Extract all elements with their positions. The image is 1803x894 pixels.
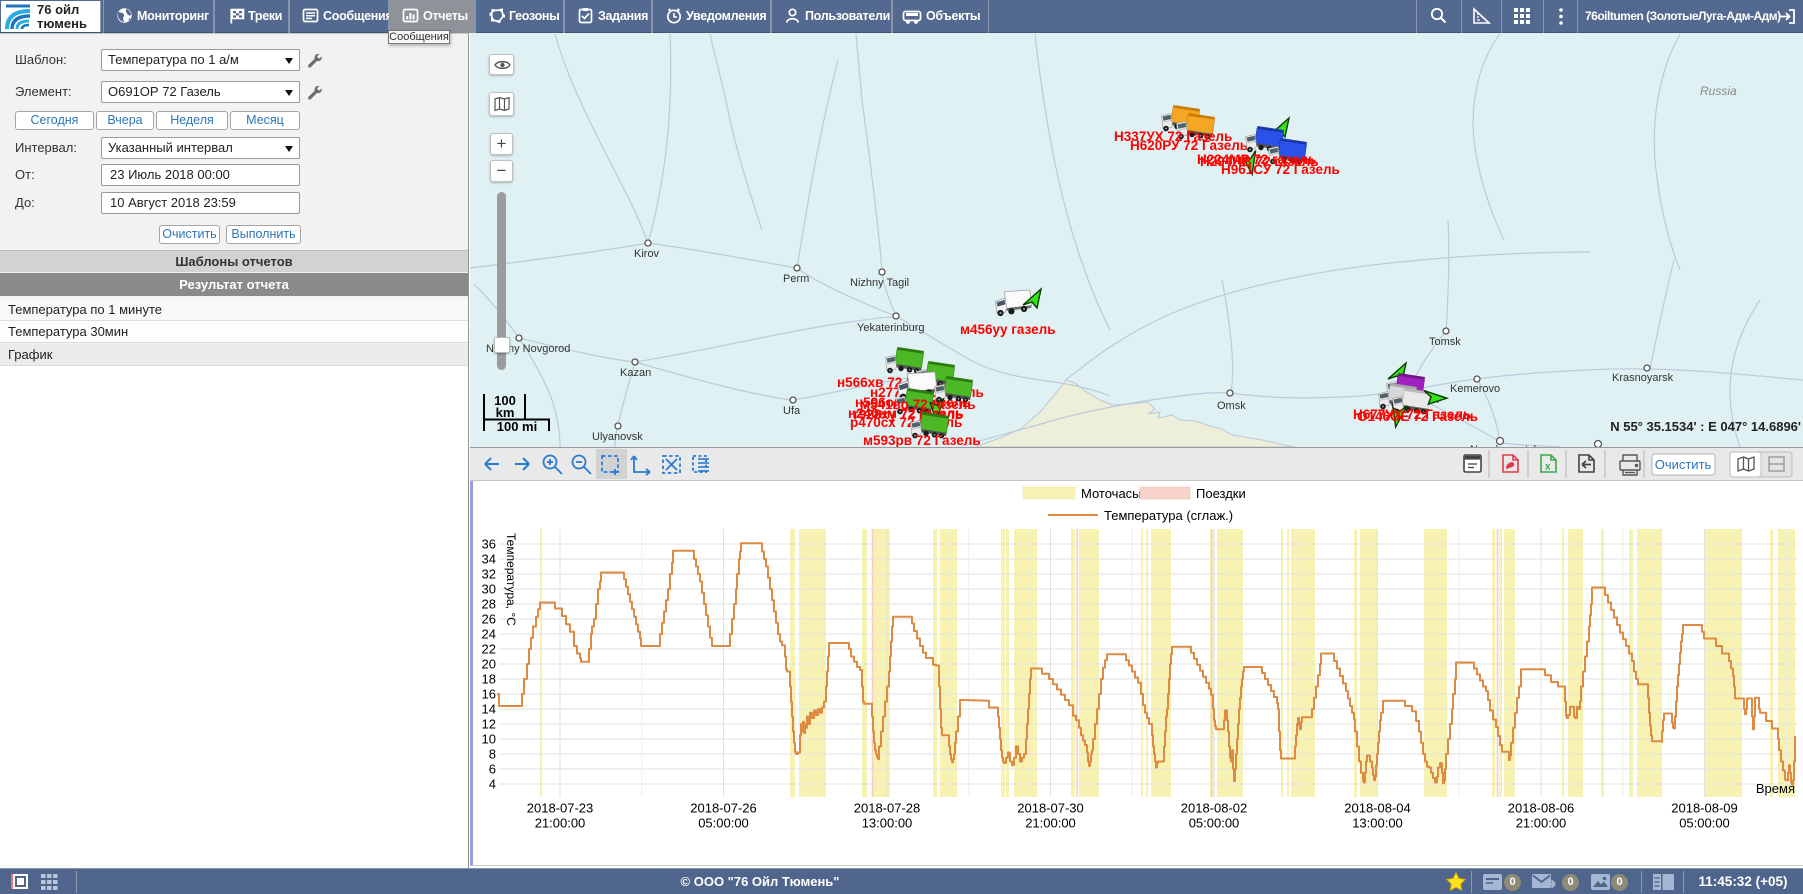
svg-text:4: 4	[489, 777, 496, 792]
svg-text:22: 22	[482, 642, 496, 657]
svg-text:N 55° 35.1534' : E 047° 14.689: N 55° 35.1534' : E 047° 14.6896'	[1610, 419, 1801, 434]
svg-text:100 mi: 100 mi	[497, 419, 537, 434]
svg-text:20: 20	[482, 657, 496, 672]
svg-text:Время: Время	[1756, 781, 1795, 796]
svg-text:24: 24	[482, 627, 496, 642]
svg-text:32: 32	[482, 567, 496, 582]
svg-text:Kazan: Kazan	[620, 367, 651, 379]
svg-text:2018-07-26: 2018-07-26	[690, 801, 757, 816]
svg-text:6: 6	[489, 762, 496, 777]
svg-text:2018-07-23: 2018-07-23	[527, 801, 594, 816]
svg-text:м593рв 72 Газель: м593рв 72 Газель	[863, 433, 981, 447]
svg-text:2018-08-02: 2018-08-02	[1181, 801, 1248, 816]
svg-text:12: 12	[482, 717, 496, 732]
svg-text:13:00:00: 13:00:00	[1352, 816, 1403, 831]
svg-text:Очистить: Очистить	[1655, 457, 1712, 472]
svg-text:2018-08-06: 2018-08-06	[1508, 801, 1575, 816]
svg-text:Russia: Russia	[1700, 84, 1737, 98]
svg-text:м456уу газель: м456уу газель	[960, 322, 1056, 337]
svg-text:Tomsk: Tomsk	[1429, 336, 1461, 348]
svg-text:km: km	[496, 405, 515, 420]
svg-text:Температура, °C: Температура, °C	[504, 533, 518, 626]
svg-text:18: 18	[482, 672, 496, 687]
svg-text:Н961СУ 72 Газель: Н961СУ 72 Газель	[1221, 162, 1340, 177]
svg-text:05:00:00: 05:00:00	[1189, 816, 1240, 831]
svg-text:05:00:00: 05:00:00	[698, 816, 749, 831]
svg-text:13:00:00: 13:00:00	[862, 816, 913, 831]
svg-text:14: 14	[482, 702, 496, 717]
svg-text:Kirov: Kirov	[634, 248, 660, 260]
svg-text:Yekaterinburg: Yekaterinburg	[857, 322, 924, 334]
svg-text:05:00:00: 05:00:00	[1679, 816, 1730, 831]
svg-text:Поездки: Поездки	[1196, 486, 1246, 501]
svg-text:Температура (сглаж.): Температура (сглаж.)	[1104, 508, 1233, 523]
svg-text:36: 36	[482, 537, 496, 552]
svg-text:Krasnoyarsk: Krasnoyarsk	[1612, 372, 1674, 384]
svg-text:2018-08-04: 2018-08-04	[1344, 801, 1411, 816]
svg-text:Omsk: Omsk	[1217, 400, 1246, 412]
svg-text:2018-08-09: 2018-08-09	[1671, 801, 1738, 816]
svg-text:О146ОЕ 72 Газель: О146ОЕ 72 Газель	[1357, 409, 1478, 424]
svg-text:34: 34	[482, 552, 496, 567]
svg-text:21:00:00: 21:00:00	[1025, 816, 1076, 831]
svg-text:21:00:00: 21:00:00	[535, 816, 586, 831]
svg-text:Perm: Perm	[783, 273, 809, 285]
svg-text:21:00:00: 21:00:00	[1516, 816, 1567, 831]
svg-text:16: 16	[482, 687, 496, 702]
svg-text:Nizhny Tagil: Nizhny Tagil	[850, 277, 909, 289]
svg-text:8: 8	[489, 747, 496, 762]
svg-text:Моточасы: Моточасы	[1081, 486, 1142, 501]
svg-text:x: x	[1545, 462, 1551, 473]
svg-text:28: 28	[482, 597, 496, 612]
svg-text:26: 26	[482, 612, 496, 627]
svg-text:Н620РУ 72 Газель: Н620РУ 72 Газель	[1130, 138, 1248, 153]
svg-text:Ufa: Ufa	[783, 405, 801, 417]
svg-text:10: 10	[482, 732, 496, 747]
svg-text:2018-07-28: 2018-07-28	[854, 801, 921, 816]
svg-text:30: 30	[482, 582, 496, 597]
svg-text:Ulyanovsk: Ulyanovsk	[592, 431, 643, 443]
svg-text:Kemerovo: Kemerovo	[1450, 383, 1500, 395]
svg-text:2018-07-30: 2018-07-30	[1017, 801, 1084, 816]
